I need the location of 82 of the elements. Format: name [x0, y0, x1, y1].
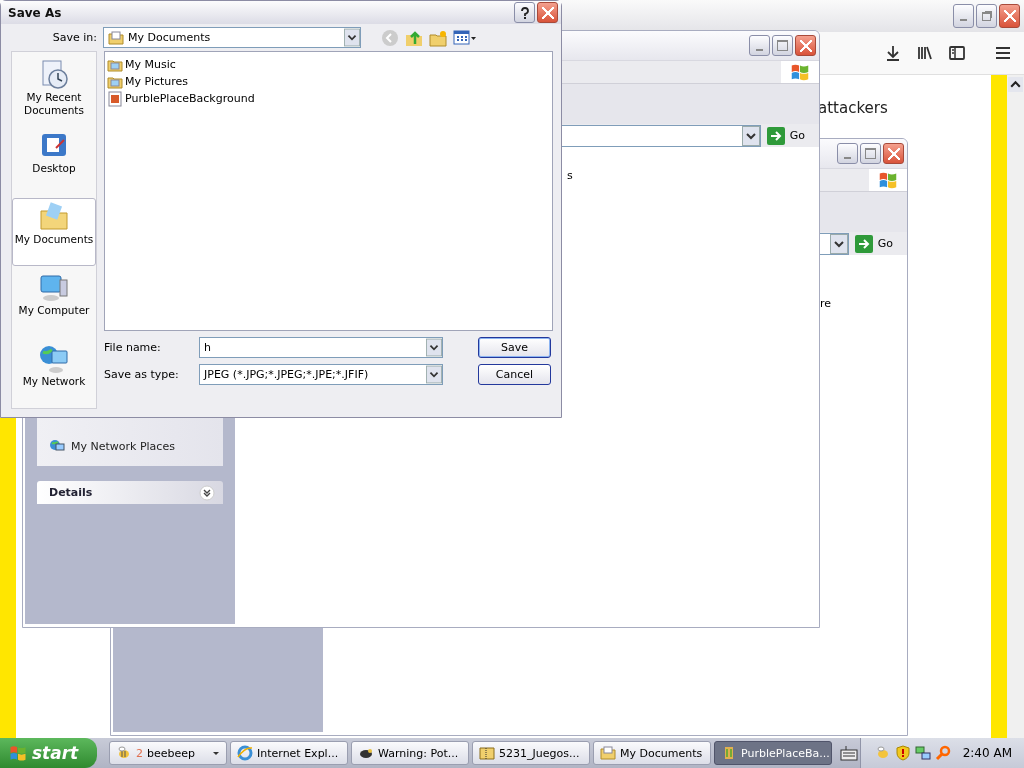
file-name-field[interactable]: h	[199, 336, 443, 358]
folder-icon	[38, 201, 70, 233]
save-in-label: Save in:	[51, 31, 97, 45]
library-icon[interactable]	[916, 44, 934, 62]
minimize-button[interactable]	[749, 35, 770, 56]
file-type-dropdown[interactable]: JPEG (*.JPG;*.JPEG;*.JPE;*.JFIF)	[199, 363, 443, 385]
zip-folder-icon	[479, 745, 495, 761]
dropdown-icon[interactable]	[426, 337, 442, 357]
shield-icon[interactable]	[894, 745, 911, 761]
file-item[interactable]: PurblePlaceBackground	[107, 90, 550, 107]
file-item[interactable]: My Pictures	[107, 73, 550, 90]
minimize-icon	[844, 156, 851, 159]
menu-icon[interactable]	[994, 44, 1012, 62]
image-file-icon	[107, 90, 123, 107]
network-icon[interactable]	[914, 745, 931, 761]
close-button[interactable]	[537, 2, 558, 24]
maximize-icon	[865, 148, 876, 159]
go-button[interactable]: Go	[766, 126, 805, 145]
save-in-dropdown[interactable]: My Documents	[103, 27, 361, 49]
sidebar-icon[interactable]	[948, 44, 966, 62]
download-icon[interactable]	[884, 44, 902, 62]
minimize-icon	[960, 19, 967, 21]
file-name-label: File name:	[104, 340, 162, 354]
taskbar-button[interactable]: 2 beebeep	[109, 741, 227, 765]
browser-icon	[237, 745, 253, 761]
maximize-button[interactable]	[772, 35, 793, 56]
taskbar-button[interactable]: My Documents	[593, 741, 711, 765]
sidebar-link[interactable]: My Network Places	[49, 438, 223, 454]
folder-icon	[108, 29, 124, 46]
places-item[interactable]: My Documents	[12, 198, 96, 266]
minimize-icon	[756, 48, 763, 51]
dropdown-icon[interactable]	[344, 28, 360, 48]
close-button[interactable]	[883, 143, 904, 164]
details-header[interactable]: Details	[37, 481, 223, 504]
taskbar-button[interactable]: PurblePlaceBa...	[714, 741, 832, 765]
globe-computer-icon	[49, 438, 65, 454]
close-icon	[541, 6, 554, 19]
close-button[interactable]	[999, 4, 1020, 28]
maximize-button[interactable]	[860, 143, 881, 164]
minimize-button[interactable]	[953, 4, 974, 28]
save-as-type-label: Save as type:	[104, 367, 180, 381]
expand-icon[interactable]	[199, 484, 215, 501]
question-mark-icon	[519, 6, 530, 19]
go-button[interactable]: Go	[854, 234, 893, 253]
places-item[interactable]: My Recent Documents	[12, 56, 96, 124]
taskbar-button[interactable]: Internet Expl...	[230, 741, 348, 765]
help-button[interactable]	[514, 2, 535, 24]
dropdown-icon[interactable]	[426, 364, 442, 384]
window-title: Save As	[8, 5, 62, 20]
places-item[interactable]: Desktop	[12, 127, 96, 195]
clock: 2:40 AM	[962, 746, 1012, 760]
minimize-button[interactable]	[837, 143, 858, 164]
folder-icon	[600, 745, 616, 761]
dropdown-icon[interactable]	[741, 125, 760, 146]
item-label: re	[820, 297, 832, 310]
globe-computer-icon	[38, 343, 70, 375]
computer-icon	[38, 272, 70, 304]
caret-icon[interactable]	[212, 749, 220, 757]
close-button[interactable]	[795, 35, 816, 56]
maximize-icon	[777, 40, 788, 51]
taskbar-button[interactable]: Warning: Pot...	[351, 741, 469, 765]
bee-icon	[116, 745, 132, 761]
close-icon	[799, 39, 812, 52]
places-item[interactable]: My Computer	[12, 269, 96, 337]
close-icon	[1003, 10, 1016, 22]
scroll-up-icon[interactable]	[1008, 77, 1023, 92]
restore-icon	[982, 11, 991, 21]
flag-icon	[8, 743, 28, 763]
scrollbar[interactable]	[1007, 75, 1024, 738]
places-item[interactable]: My Network	[12, 340, 96, 408]
file-item[interactable]: My Music	[107, 56, 550, 73]
close-icon	[887, 147, 900, 160]
item-label: s	[567, 169, 573, 182]
view-menu-icon[interactable]	[453, 28, 477, 47]
taskbar-button[interactable]: 5231_Juegos...	[472, 741, 590, 765]
dropdown-icon[interactable]	[829, 233, 848, 254]
restore-button[interactable]	[976, 4, 997, 28]
keyboard-icon[interactable]	[840, 745, 858, 761]
cancel-button[interactable]: Cancel	[478, 363, 551, 385]
details-title: Details	[49, 486, 93, 499]
save-button[interactable]: Save	[478, 336, 551, 358]
page-text: attackers	[818, 99, 888, 117]
